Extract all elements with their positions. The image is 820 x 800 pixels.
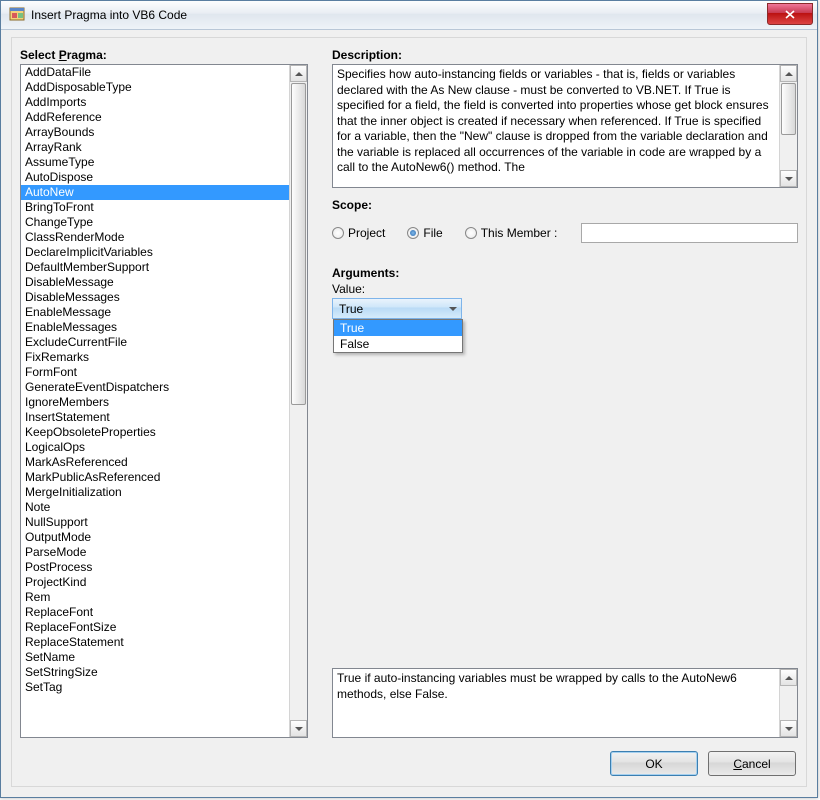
pragma-item[interactable]: SetTag (21, 680, 290, 695)
pragma-item[interactable]: ArrayRank (21, 140, 290, 155)
pragma-item[interactable]: FixRemarks (21, 350, 290, 365)
dialog-button-row: OK Cancel (610, 751, 796, 776)
value-option[interactable]: False (334, 336, 462, 352)
pragma-item[interactable]: InsertStatement (21, 410, 290, 425)
pragma-item[interactable]: DisableMessage (21, 275, 290, 290)
pragma-item[interactable]: GenerateEventDispatchers (21, 380, 290, 395)
pragma-item[interactable]: EnableMessage (21, 305, 290, 320)
pragma-item[interactable]: ParseMode (21, 545, 290, 560)
value-combobox[interactable]: True TrueFalse (332, 298, 462, 319)
pragma-item[interactable]: SetName (21, 650, 290, 665)
radio-icon (332, 227, 344, 239)
scope-row: Project File This Member : (332, 222, 798, 244)
list-scrollbar[interactable] (289, 65, 307, 737)
chevron-up-icon (785, 676, 793, 680)
pragma-item[interactable]: ReplaceFontSize (21, 620, 290, 635)
chevron-down-icon (785, 177, 793, 181)
pragma-item[interactable]: NullSupport (21, 515, 290, 530)
value-dropdown[interactable]: TrueFalse (333, 319, 463, 353)
pragma-item[interactable]: ProjectKind (21, 575, 290, 590)
pragma-item[interactable]: OutputMode (21, 530, 290, 545)
scroll-down-button[interactable] (290, 720, 307, 737)
ok-button[interactable]: OK (610, 751, 698, 776)
pragma-item[interactable]: AddDisposableType (21, 80, 290, 95)
cancel-button[interactable]: Cancel (708, 751, 796, 776)
pragma-item[interactable]: AddDataFile (21, 65, 290, 80)
pragma-item[interactable]: ReplaceFont (21, 605, 290, 620)
pragma-item[interactable]: FormFont (21, 365, 290, 380)
pragma-listbox[interactable]: AddDataFileAddDisposableTypeAddImportsAd… (20, 64, 308, 738)
scroll-down-button[interactable] (780, 720, 797, 737)
description-text: Specifies how auto-instancing fields or … (337, 67, 777, 185)
chevron-down-icon (449, 307, 457, 311)
pragma-item[interactable]: AssumeType (21, 155, 290, 170)
scroll-thumb[interactable] (291, 83, 306, 405)
scroll-thumb[interactable] (781, 83, 796, 135)
pragma-item[interactable]: LogicalOps (21, 440, 290, 455)
pragma-item[interactable]: ChangeType (21, 215, 290, 230)
chevron-down-icon (295, 727, 303, 731)
value-label: Value: (332, 282, 798, 296)
pragma-item[interactable]: PostProcess (21, 560, 290, 575)
pragma-item[interactable]: SetStringSize (21, 665, 290, 680)
pragma-item[interactable]: AutoDispose (21, 170, 290, 185)
argument-help-text: True if auto-instancing variables must b… (337, 671, 777, 702)
pragma-item[interactable]: BringToFront (21, 200, 290, 215)
pragma-item[interactable]: DeclareImplicitVariables (21, 245, 290, 260)
right-panel: Description: Specifies how auto-instanci… (332, 48, 798, 738)
pragma-item[interactable]: MarkAsReferenced (21, 455, 290, 470)
left-panel: Select Pragma: AddDataFileAddDisposableT… (20, 48, 308, 738)
client-area: Select Pragma: AddDataFileAddDisposableT… (11, 37, 807, 787)
close-button[interactable] (767, 3, 813, 25)
scroll-down-button[interactable] (780, 170, 797, 187)
pragma-item[interactable]: KeepObsoleteProperties (21, 425, 290, 440)
argument-help-box: True if auto-instancing variables must b… (332, 668, 798, 738)
scope-radio-file[interactable]: File (407, 226, 442, 240)
pragma-item[interactable]: ExcludeCurrentFile (21, 335, 290, 350)
pragma-item[interactable]: IgnoreMembers (21, 395, 290, 410)
pragma-item[interactable]: AddImports (21, 95, 290, 110)
pragma-item[interactable]: AddReference (21, 110, 290, 125)
arguments-label: Arguments: (332, 266, 798, 280)
value-selected: True (333, 302, 444, 316)
close-icon (785, 10, 795, 19)
combo-dropdown-button[interactable] (444, 299, 461, 318)
description-label: Description: (332, 48, 798, 62)
scope-radio-project[interactable]: Project (332, 226, 385, 240)
chevron-up-icon (785, 72, 793, 76)
desc-scrollbar[interactable] (779, 65, 797, 187)
pragma-item[interactable]: AutoNew (21, 185, 290, 200)
scroll-up-button[interactable] (780, 65, 797, 82)
pragma-item[interactable]: DisableMessages (21, 290, 290, 305)
scroll-up-button[interactable] (290, 65, 307, 82)
chevron-down-icon (785, 727, 793, 731)
pragma-item[interactable]: ReplaceStatement (21, 635, 290, 650)
scope-label: Scope: (332, 198, 798, 212)
window-title: Insert Pragma into VB6 Code (31, 8, 187, 22)
title-bar[interactable]: Insert Pragma into VB6 Code (1, 1, 817, 30)
pragma-item[interactable]: ArrayBounds (21, 125, 290, 140)
help-scrollbar[interactable] (779, 669, 797, 737)
chevron-up-icon (295, 72, 303, 76)
scroll-up-button[interactable] (780, 669, 797, 686)
select-pragma-label: Select Pragma: (20, 48, 308, 62)
app-icon (9, 7, 25, 23)
dialog-window: Insert Pragma into VB6 Code Select Pragm… (0, 0, 818, 798)
pragma-item[interactable]: ClassRenderMode (21, 230, 290, 245)
pragma-item[interactable]: MarkPublicAsReferenced (21, 470, 290, 485)
description-box: Specifies how auto-instancing fields or … (332, 64, 798, 188)
value-option[interactable]: True (334, 320, 462, 336)
this-member-input[interactable] (581, 223, 798, 243)
radio-icon (407, 227, 419, 239)
pragma-item[interactable]: DefaultMemberSupport (21, 260, 290, 275)
pragma-item[interactable]: Rem (21, 590, 290, 605)
pragma-item[interactable]: Note (21, 500, 290, 515)
radio-icon (465, 227, 477, 239)
pragma-item[interactable]: EnableMessages (21, 320, 290, 335)
scope-radio-this-member[interactable]: This Member : (465, 226, 558, 240)
pragma-item[interactable]: MergeInitialization (21, 485, 290, 500)
